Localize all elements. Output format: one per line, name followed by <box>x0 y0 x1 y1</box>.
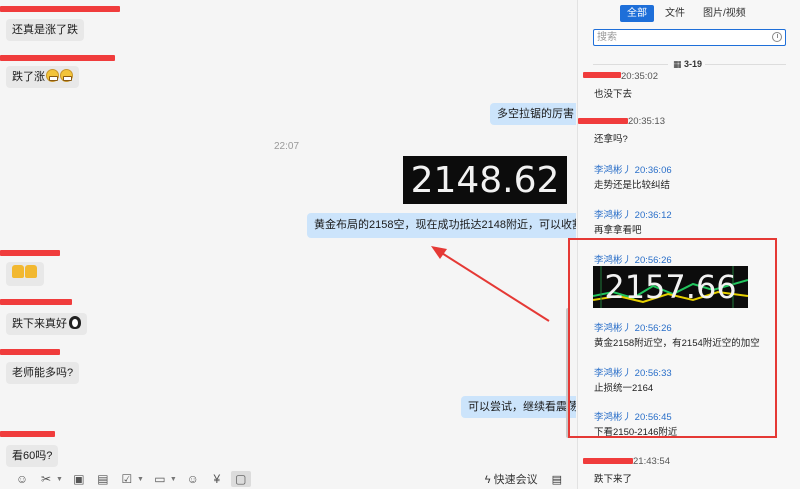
history-tabs: 全部 文件 图片/视频 <box>620 5 753 22</box>
redacted-name <box>0 431 55 437</box>
history-time: 20:35:02 <box>621 71 658 82</box>
price-screenshot[interactable]: 2148.62 <box>403 156 567 204</box>
history-time: 21:43:54 <box>633 456 670 467</box>
message-bubble[interactable]: 老师能多吗? <box>6 362 80 384</box>
message-bubble[interactable]: 黄金布局的2158空，现在成功抵达2148附近，可以收割出局 <box>307 213 576 238</box>
history-text: 还拿吗? <box>594 134 628 145</box>
history-time: 20:35:13 <box>628 116 665 127</box>
message-text: 看60吗? <box>12 450 53 462</box>
redacted-name <box>583 458 633 464</box>
history-sender: 李鸿彬丿 20:36:12 <box>594 210 672 221</box>
input-toolbar: ☺ ✂ ▼ ▣ ▤ ☑ ▼ ▭ ▼ ☺ ¥ ▢ ϟ 快速会议 ▤ <box>0 469 576 489</box>
message-bubble[interactable]: 跌下来真好 <box>6 313 87 335</box>
history-price-value: 2157.66 <box>604 268 737 306</box>
money-icon[interactable]: ¥ <box>207 471 227 487</box>
message-bubble[interactable]: 多空拉锯的厉害 <box>490 103 576 125</box>
message-bubble[interactable] <box>6 262 44 286</box>
message-text: 黄金布局的2158空，现在成功抵达2148附近，可以收割出局 <box>314 219 576 231</box>
chevron-down-icon[interactable]: ▼ <box>170 476 177 483</box>
message-text: 可以尝试，继续看震荡 <box>468 401 576 413</box>
history-text: 跌下来了 <box>594 474 633 485</box>
history-text: 也没下去 <box>594 89 633 100</box>
message-bubble[interactable]: 跌了涨 <box>6 66 79 88</box>
thumbs-up-icon <box>12 265 24 278</box>
history-text: 再拿拿看吧 <box>594 225 642 236</box>
thumbs-up-icon <box>25 265 37 278</box>
message-bubble[interactable]: 还真是涨了跌 <box>6 19 84 41</box>
message-bubble[interactable]: 可以尝试，继续看震荡 <box>461 396 576 418</box>
date-separator: ▦ 3-19 <box>593 59 786 69</box>
redacted-name <box>0 55 115 61</box>
chevron-down-icon[interactable]: ▼ <box>137 476 144 483</box>
time-divider: 22:07 <box>274 141 300 152</box>
annotation-arrow <box>431 246 550 322</box>
penguin-emoji-icon <box>69 316 81 329</box>
date-label: 3-19 <box>684 59 703 69</box>
smile-icon[interactable]: ☺ <box>183 471 203 487</box>
tab-all[interactable]: 全部 <box>620 5 654 22</box>
emoji-icon[interactable]: ☺ <box>12 471 32 487</box>
tab-files[interactable]: 文件 <box>658 5 692 22</box>
calendar-icon: ▦ <box>673 59 682 69</box>
chat-panel: 还真是涨了跌 跌了涨 多空拉锯的厉害 22:07 2148.62 黄金布局的21… <box>0 0 576 489</box>
folder-icon[interactable]: ▭ <box>150 471 170 487</box>
grin-emoji-icon <box>46 69 59 82</box>
redacted-name <box>0 250 60 256</box>
redacted-name <box>0 6 120 12</box>
redacted-name <box>578 118 628 124</box>
message-bubble[interactable]: 看60吗? <box>6 445 59 467</box>
message-text: 跌了涨 <box>12 71 45 83</box>
history-sender: 李鸿彬丿 20:36:06 <box>594 165 672 176</box>
checklist-icon[interactable]: ☑ <box>117 471 137 487</box>
screen-icon[interactable]: ▢ <box>230 471 251 487</box>
history-price-image[interactable]: 2157.66 <box>593 266 748 308</box>
redacted-name <box>583 72 621 78</box>
clock-icon[interactable] <box>772 32 782 42</box>
quick-meeting-label: 快速会议 <box>493 474 538 486</box>
chevron-down-icon[interactable]: ▼ <box>56 476 63 483</box>
message-text: 多空拉锯的厉害 <box>497 108 574 120</box>
redacted-name <box>0 349 60 355</box>
grin-emoji-icon <box>60 69 73 82</box>
document-icon[interactable]: ▤ <box>93 471 113 487</box>
price-value: 2148.62 <box>410 159 560 201</box>
image-icon[interactable]: ▣ <box>69 471 89 487</box>
message-text: 还真是涨了跌 <box>12 24 78 36</box>
message-text: 老师能多吗? <box>12 367 74 379</box>
history-search-input[interactable]: 搜索 <box>593 29 786 46</box>
history-text: 走势还是比较纠结 <box>594 180 671 191</box>
tab-media[interactable]: 图片/视频 <box>696 5 753 22</box>
scissors-icon[interactable]: ✂ <box>36 471 56 487</box>
lightning-icon: ϟ <box>484 474 491 486</box>
message-text: 跌下来真好 <box>12 318 67 330</box>
history-panel-icon[interactable]: ▤ <box>552 473 562 486</box>
quick-meeting-button[interactable]: ϟ 快速会议 <box>485 471 538 487</box>
redacted-name <box>0 299 72 305</box>
search-placeholder: 搜索 <box>597 32 617 43</box>
